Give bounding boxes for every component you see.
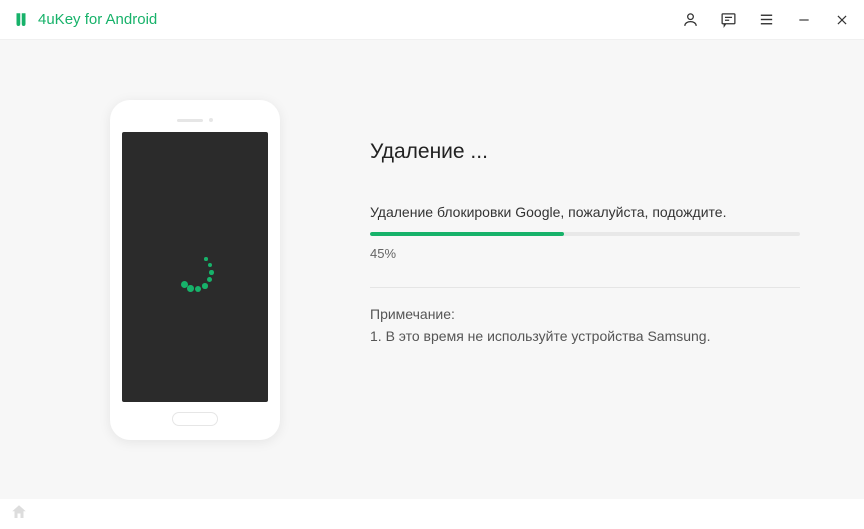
- close-button[interactable]: [832, 10, 852, 30]
- app-logo-icon: [12, 11, 30, 29]
- feedback-icon[interactable]: [718, 10, 738, 30]
- progress-subheading: Удаление блокировки Google, пожалуйста, …: [370, 204, 804, 220]
- progress-fill: [370, 232, 564, 236]
- phone-camera: [209, 118, 213, 122]
- progress-panel: Удаление ... Удаление блокировки Google,…: [280, 100, 804, 344]
- phone-home-button: [172, 412, 218, 426]
- app-title: 4uKey for Android: [38, 11, 157, 28]
- phone-top: [177, 118, 213, 122]
- progress-heading: Удаление ...: [370, 140, 804, 164]
- divider: [370, 287, 800, 288]
- loading-spinner-icon: [175, 247, 215, 287]
- phone-screen: [122, 132, 268, 402]
- minimize-button[interactable]: [794, 10, 814, 30]
- phone-mockup: [110, 100, 280, 440]
- note-line-1: 1. В это время не используйте устройства…: [370, 328, 804, 344]
- progress-bar: [370, 232, 800, 236]
- title-left: 4uKey for Android: [12, 11, 157, 29]
- account-icon[interactable]: [680, 10, 700, 30]
- menu-icon[interactable]: [756, 10, 776, 30]
- main-content: Удаление ... Удаление блокировки Google,…: [0, 40, 864, 499]
- phone-speaker: [177, 119, 203, 122]
- home-icon[interactable]: [10, 503, 28, 526]
- note-label: Примечание:: [370, 306, 804, 322]
- titlebar: 4uKey for Android: [0, 0, 864, 40]
- title-right: [680, 10, 852, 30]
- footer: [0, 499, 864, 529]
- progress-percent: 45%: [370, 246, 804, 261]
